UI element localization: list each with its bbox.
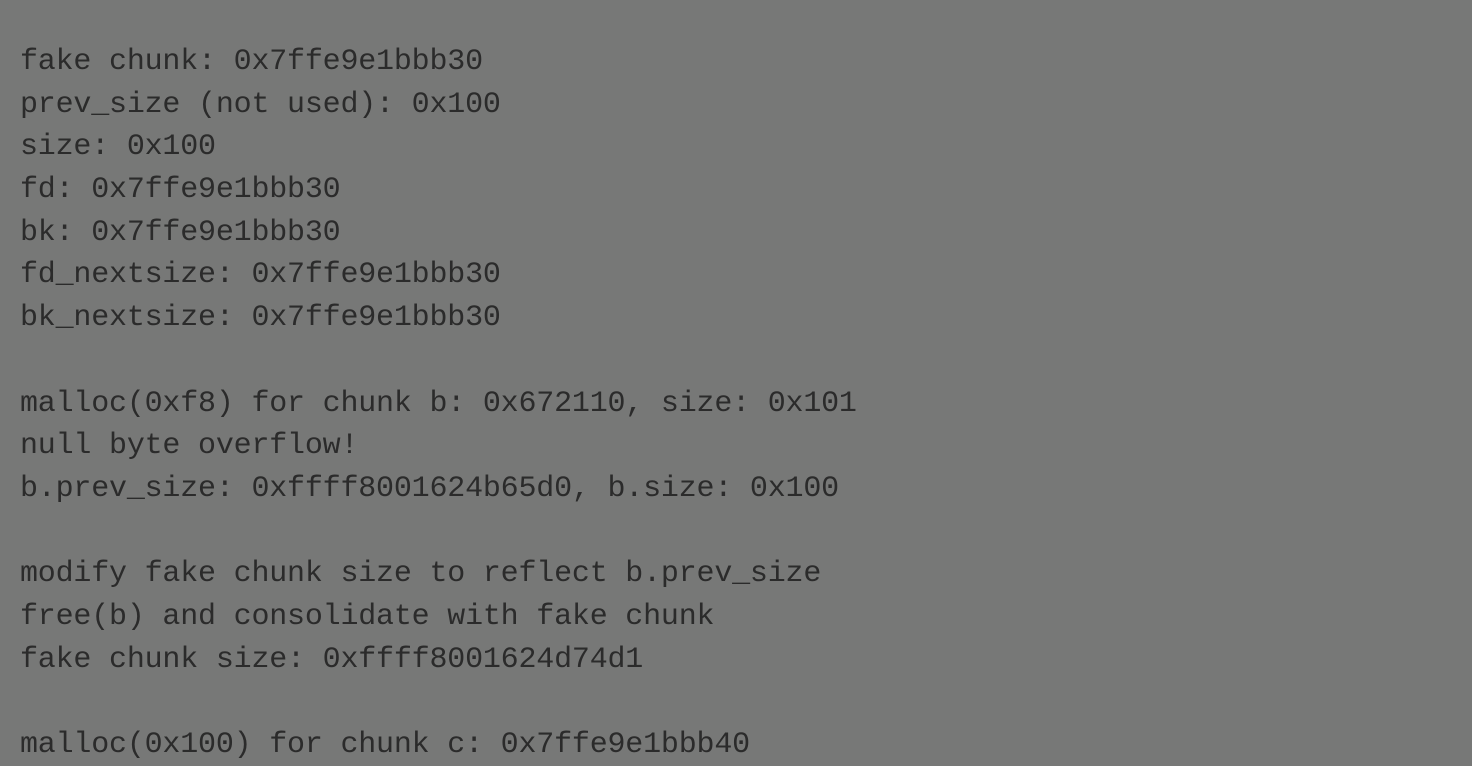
output-line: size: 0x100 [20, 130, 216, 165]
output-line: b.prev_size: 0xffff8001624b65d0, b.size:… [20, 471, 839, 506]
output-line: null byte overflow! [20, 429, 359, 464]
output-line: fd: 0x7ffe9e1bbb30 [20, 173, 341, 208]
output-line: fd_nextsize: 0x7ffe9e1bbb30 [20, 258, 501, 293]
output-line: prev_size (not used): 0x100 [20, 87, 501, 122]
output-line: fake chunk size: 0xffff8001624d74d1 [20, 642, 644, 677]
output-line: bk_nextsize: 0x7ffe9e1bbb30 [20, 301, 501, 336]
output-line: free(b) and consolidate with fake chunk [20, 599, 715, 634]
output-line: fake chunk: 0x7ffe9e1bbb30 [20, 45, 483, 79]
output-line: modify fake chunk size to reflect b.prev… [20, 557, 822, 592]
output-line: malloc(0xf8) for chunk b: 0x672110, size… [20, 386, 857, 421]
output-line: malloc(0x100) for chunk c: 0x7ffe9e1bbb4… [20, 728, 750, 762]
terminal-output: fake chunk: 0x7ffe9e1bbb30 prev_size (no… [0, 0, 1472, 766]
output-line: bk: 0x7ffe9e1bbb30 [20, 215, 341, 250]
